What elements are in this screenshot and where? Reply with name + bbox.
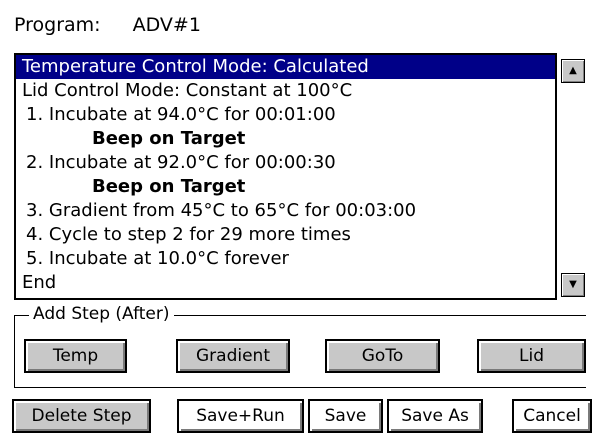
add-gradient-button[interactable]: Gradient bbox=[176, 339, 290, 373]
step-list-item-beep-2[interactable]: Beep on Target bbox=[16, 175, 555, 199]
add-goto-button[interactable]: GoTo bbox=[325, 339, 440, 373]
step-list-item-step-2[interactable]: 2. Incubate at 92.0°C for 00:00:30 bbox=[16, 151, 555, 175]
step-list-item-step-4[interactable]: 4. Cycle to step 2 for 29 more times bbox=[16, 223, 555, 247]
cancel-button[interactable]: Cancel bbox=[512, 399, 592, 433]
step-list-item-beep-1[interactable]: Beep on Target bbox=[16, 127, 555, 151]
step-list-item-lid-control-mode[interactable]: Lid Control Mode: Constant at 100°C bbox=[16, 79, 555, 103]
arrow-up-icon: ▲ bbox=[569, 65, 577, 76]
program-header: Program: ADV#1 bbox=[14, 14, 201, 36]
step-list-item-temp-control-mode[interactable]: Temperature Control Mode: Calculated bbox=[16, 55, 555, 79]
save-run-button[interactable]: Save+Run bbox=[177, 399, 304, 433]
step-list-item-step-1[interactable]: 1. Incubate at 94.0°C for 00:01:00 bbox=[16, 103, 555, 127]
scroll-up-button[interactable]: ▲ bbox=[561, 59, 585, 83]
add-step-legend: Add Step (After) bbox=[29, 303, 174, 325]
program-name: ADV#1 bbox=[132, 14, 201, 36]
delete-step-button[interactable]: Delete Step bbox=[12, 399, 151, 433]
add-lid-button[interactable]: Lid bbox=[477, 339, 586, 373]
arrow-down-icon: ▼ bbox=[569, 279, 577, 290]
save-button[interactable]: Save bbox=[308, 399, 383, 433]
step-list-item-step-5[interactable]: 5. Incubate at 10.0°C forever bbox=[16, 247, 555, 271]
program-label: Program: bbox=[14, 14, 101, 36]
save-as-button[interactable]: Save As bbox=[387, 399, 483, 433]
protocol-step-list[interactable]: Temperature Control Mode: Calculated Lid… bbox=[14, 53, 557, 300]
add-temp-button[interactable]: Temp bbox=[24, 339, 127, 373]
step-list-item-step-3[interactable]: 3. Gradient from 45°C to 65°C for 00:03:… bbox=[16, 199, 555, 223]
step-list-item-end[interactable]: End bbox=[16, 271, 555, 295]
step-list-scrollbar[interactable]: ▲ ▼ bbox=[561, 53, 585, 300]
scroll-down-button[interactable]: ▼ bbox=[561, 273, 585, 297]
